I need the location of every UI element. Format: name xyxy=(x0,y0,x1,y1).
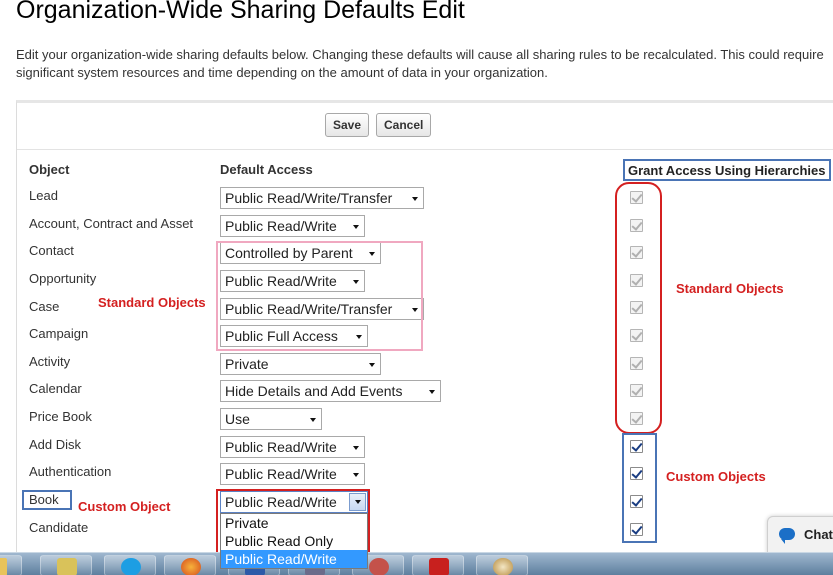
column-header-object: Object xyxy=(29,162,70,177)
hierarchy-checkbox-book[interactable] xyxy=(630,495,643,508)
access-select-contact[interactable]: Controlled by Parent xyxy=(220,242,381,264)
chevron-down-icon xyxy=(353,225,359,229)
access-select-calendar[interactable]: Hide Details and Add Events xyxy=(220,380,441,402)
save-button[interactable]: Save xyxy=(325,113,370,137)
access-dropdown-list: Private Public Read Only Public Read/Wri… xyxy=(220,513,368,569)
access-select-authentication[interactable]: Public Read/Write xyxy=(220,463,365,485)
object-label-account: Account, Contract and Asset xyxy=(29,216,194,231)
dropdown-option-highlighted[interactable]: Public Read/Write xyxy=(221,550,367,568)
chevron-down-icon xyxy=(310,418,316,422)
chevron-down-icon xyxy=(356,335,362,339)
paint-icon[interactable] xyxy=(476,555,528,575)
hierarchy-checkbox-add-disk[interactable] xyxy=(630,440,643,453)
object-label-book: Book xyxy=(29,492,59,507)
media-icon[interactable] xyxy=(40,555,92,575)
access-select-value: Controlled by Parent xyxy=(225,245,353,261)
annotation-custom-object: Custom Object xyxy=(78,499,171,514)
firefox-icon[interactable] xyxy=(164,555,216,575)
chevron-down-icon xyxy=(353,446,359,450)
cancel-button[interactable]: Cancel xyxy=(376,113,432,137)
chevron-down-icon xyxy=(369,252,375,256)
access-select-account[interactable]: Public Read/Write xyxy=(220,215,365,237)
skype-icon[interactable] xyxy=(104,555,156,575)
dropdown-toggle[interactable] xyxy=(349,493,366,511)
dropdown-option[interactable]: Public Read Only xyxy=(221,532,367,550)
object-label-candidate: Candidate xyxy=(29,520,89,535)
access-select-value: Public Read/Write xyxy=(225,439,337,455)
hierarchy-checkbox-authentication[interactable] xyxy=(630,467,643,480)
annotation-standard-objects-left: Standard Objects xyxy=(98,295,206,310)
access-select-value: Public Read/Write/Transfer xyxy=(225,301,393,317)
column-header-grant-access: Grant Access Using Hierarchies xyxy=(623,159,831,181)
access-select-case[interactable]: Public Read/Write/Transfer xyxy=(220,298,424,320)
hierarchy-checkbox-account xyxy=(630,219,643,232)
acrobat-icon[interactable] xyxy=(412,555,464,575)
folder-icon[interactable] xyxy=(0,555,22,575)
hierarchy-checkbox-lead xyxy=(630,191,643,204)
hierarchy-checkbox-case xyxy=(630,301,643,314)
access-select-value: Use xyxy=(225,411,250,427)
access-select-book[interactable]: Public Read/Write xyxy=(220,491,368,513)
chat-widget[interactable]: Chat xyxy=(767,516,833,554)
hierarchy-checkbox-price-book xyxy=(630,412,643,425)
object-label-activity: Activity xyxy=(29,354,71,369)
hierarchy-checkbox-contact xyxy=(630,246,643,259)
hierarchy-checkbox-campaign xyxy=(630,329,643,342)
page-description: Edit your organization-wide sharing defa… xyxy=(16,47,824,80)
object-label-calendar: Calendar xyxy=(29,381,82,396)
access-select-value: Public Read/Write xyxy=(225,494,337,510)
access-select-price-book[interactable]: Use xyxy=(220,408,322,430)
access-select-opportunity[interactable]: Public Read/Write xyxy=(220,270,365,292)
access-select-value: Public Full Access xyxy=(225,328,338,344)
column-header-default-access: Default Access xyxy=(220,162,313,177)
object-label-contact: Contact xyxy=(29,243,74,258)
page-title: Organization-Wide Sharing Defaults Edit xyxy=(16,0,465,24)
chevron-down-icon xyxy=(355,500,361,504)
annotation-standard-objects-right: Standard Objects xyxy=(676,281,784,296)
object-label-campaign: Campaign xyxy=(29,326,89,341)
dropdown-option[interactable]: Private xyxy=(221,514,367,532)
object-label-lead: Lead xyxy=(29,188,58,203)
chevron-down-icon xyxy=(369,363,375,367)
hierarchy-checkbox-calendar xyxy=(630,384,643,397)
hierarchy-checkbox-candidate[interactable] xyxy=(630,523,643,536)
hierarchy-checkbox-opportunity xyxy=(630,274,643,287)
hierarchy-checkbox-activity xyxy=(630,357,643,370)
access-select-campaign[interactable]: Public Full Access xyxy=(220,325,368,347)
access-select-value: Public Read/Write xyxy=(225,273,337,289)
object-label-authentication: Authentication xyxy=(29,464,112,479)
chevron-down-icon xyxy=(412,308,418,312)
chevron-down-icon xyxy=(353,473,359,477)
access-select-value: Public Read/Write xyxy=(225,218,337,234)
access-select-value: Public Read/Write/Transfer xyxy=(225,190,393,206)
chevron-down-icon xyxy=(412,197,418,201)
access-select-value: Hide Details and Add Events xyxy=(225,383,403,399)
object-label-add-disk: Add Disk xyxy=(29,437,82,452)
chat-bubble-icon xyxy=(779,528,795,544)
access-select-value: Private xyxy=(225,356,269,372)
chat-label: Chat xyxy=(804,527,833,542)
access-select-activity[interactable]: Private xyxy=(220,353,381,375)
object-label-price-book: Price Book xyxy=(29,409,92,424)
access-select-value: Public Read/Write xyxy=(225,466,337,482)
annotation-custom-objects: Custom Objects xyxy=(666,469,766,484)
taskbar xyxy=(0,552,833,575)
object-label-case: Case xyxy=(29,299,60,314)
access-select-lead[interactable]: Public Read/Write/Transfer xyxy=(220,187,424,209)
chevron-down-icon xyxy=(429,390,435,394)
chevron-down-icon xyxy=(353,280,359,284)
access-select-add-disk[interactable]: Public Read/Write xyxy=(220,436,365,458)
object-label-opportunity: Opportunity xyxy=(29,271,97,286)
